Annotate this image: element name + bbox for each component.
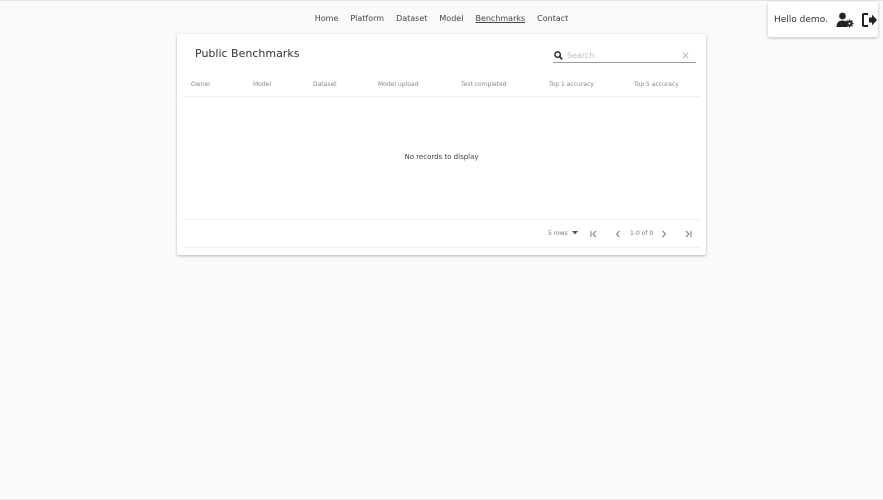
benchmarks-card: Public Benchmarks Owner Model Dataset Mo…	[177, 34, 706, 255]
rows-per-page-label: 5 rows	[548, 230, 568, 237]
nav-platform[interactable]: Platform	[350, 13, 384, 25]
column-header-model-upload[interactable]: Model upload	[378, 81, 418, 88]
column-header-model[interactable]: Model	[253, 81, 271, 88]
top-nav: Home Platform Dataset Model Benchmarks C…	[0, 13, 883, 25]
nav-benchmarks[interactable]: Benchmarks	[475, 13, 525, 25]
user-settings-icon[interactable]	[836, 11, 854, 29]
first-page-icon[interactable]	[588, 228, 600, 240]
column-header-top5-accuracy[interactable]: Top 5 accuracy	[634, 81, 679, 88]
page-range-label: 1-0 of 0	[630, 230, 654, 237]
nav-model[interactable]: Model	[439, 13, 463, 25]
nav-dataset[interactable]: Dataset	[396, 13, 427, 25]
search-input[interactable]	[567, 51, 677, 60]
previous-page-icon[interactable]	[612, 228, 624, 240]
clear-search-icon[interactable]	[680, 51, 690, 61]
page: Home Platform Dataset Model Benchmarks C…	[0, 0, 883, 500]
rows-per-page-select[interactable]: 5 rows	[548, 230, 578, 237]
empty-table-message: No records to display	[404, 153, 479, 161]
search-box	[553, 49, 696, 63]
user-greeting: Hello demo.	[774, 14, 828, 25]
column-header-top1-accuracy[interactable]: Top 1 accuracy	[549, 81, 594, 88]
column-header-dataset[interactable]: Dataset	[313, 81, 337, 88]
table-header: Owner Model Dataset Model upload Test co…	[183, 78, 700, 97]
column-header-test-completed[interactable]: Test completed	[461, 81, 507, 88]
sign-out-icon[interactable]	[861, 11, 878, 29]
column-header-owner[interactable]: Owner	[191, 81, 211, 88]
user-box: Hello demo.	[768, 2, 878, 37]
card-title: Public Benchmarks	[195, 47, 300, 60]
caret-down-icon	[571, 230, 578, 237]
next-page-icon[interactable]	[658, 228, 670, 240]
nav-contact[interactable]: Contact	[537, 13, 568, 25]
search-icon	[553, 51, 563, 61]
pagination-bar: 5 rows 1-0 of 0	[183, 219, 700, 248]
last-page-icon[interactable]	[682, 228, 694, 240]
nav-home[interactable]: Home	[315, 13, 339, 25]
